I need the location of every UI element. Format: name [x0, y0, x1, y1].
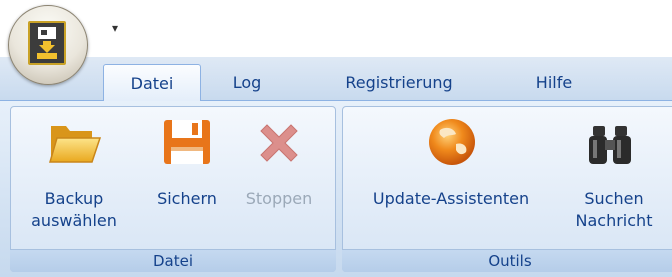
update-assistenten-label: Update-Assistenten — [372, 189, 530, 208]
sichern-button[interactable]: Sichern — [148, 112, 226, 242]
tab-label: Hilfe — [535, 73, 573, 92]
quick-access-customize-button[interactable]: ▾ — [108, 21, 122, 35]
quick-access-dropdown-icon: ▾ — [111, 21, 119, 35]
group-label-outils: Outils — [342, 249, 672, 272]
suchen-nachricht-button[interactable]: Suchen Nachricht — [562, 112, 666, 242]
suchen-nachricht-label: Suchen Nachricht — [575, 189, 653, 230]
update-assistenten-button[interactable]: Update-Assistenten — [346, 112, 556, 242]
binoculars-icon — [587, 124, 633, 166]
stoppen-button[interactable]: Stoppen — [232, 112, 326, 242]
group-label-datei: Datei — [10, 249, 336, 272]
stoppen-label: Stoppen — [245, 189, 313, 208]
tab-label: Datei — [130, 74, 174, 93]
tab-hilfe[interactable]: Hilfe — [520, 64, 588, 101]
folder-open-icon — [48, 116, 102, 170]
title-bar — [0, 0, 672, 57]
sichern-label: Sichern — [157, 189, 217, 208]
tab-label: Registrierung — [345, 73, 453, 92]
tab-label: Log — [232, 73, 262, 92]
tab-log[interactable]: Log — [222, 64, 272, 101]
tab-datei[interactable]: Datei — [103, 64, 201, 101]
backup-auswaehlen-label: Backup auswählen — [31, 189, 117, 230]
globe-icon — [426, 116, 478, 168]
application-menu-button[interactable] — [8, 5, 88, 85]
tab-registrierung[interactable]: Registrierung — [320, 64, 478, 101]
floppy-disk-icon — [161, 116, 213, 168]
stop-x-icon — [254, 118, 304, 168]
app-logo-icon — [28, 21, 66, 65]
backup-auswaehlen-button[interactable]: Backup auswählen — [12, 112, 136, 242]
